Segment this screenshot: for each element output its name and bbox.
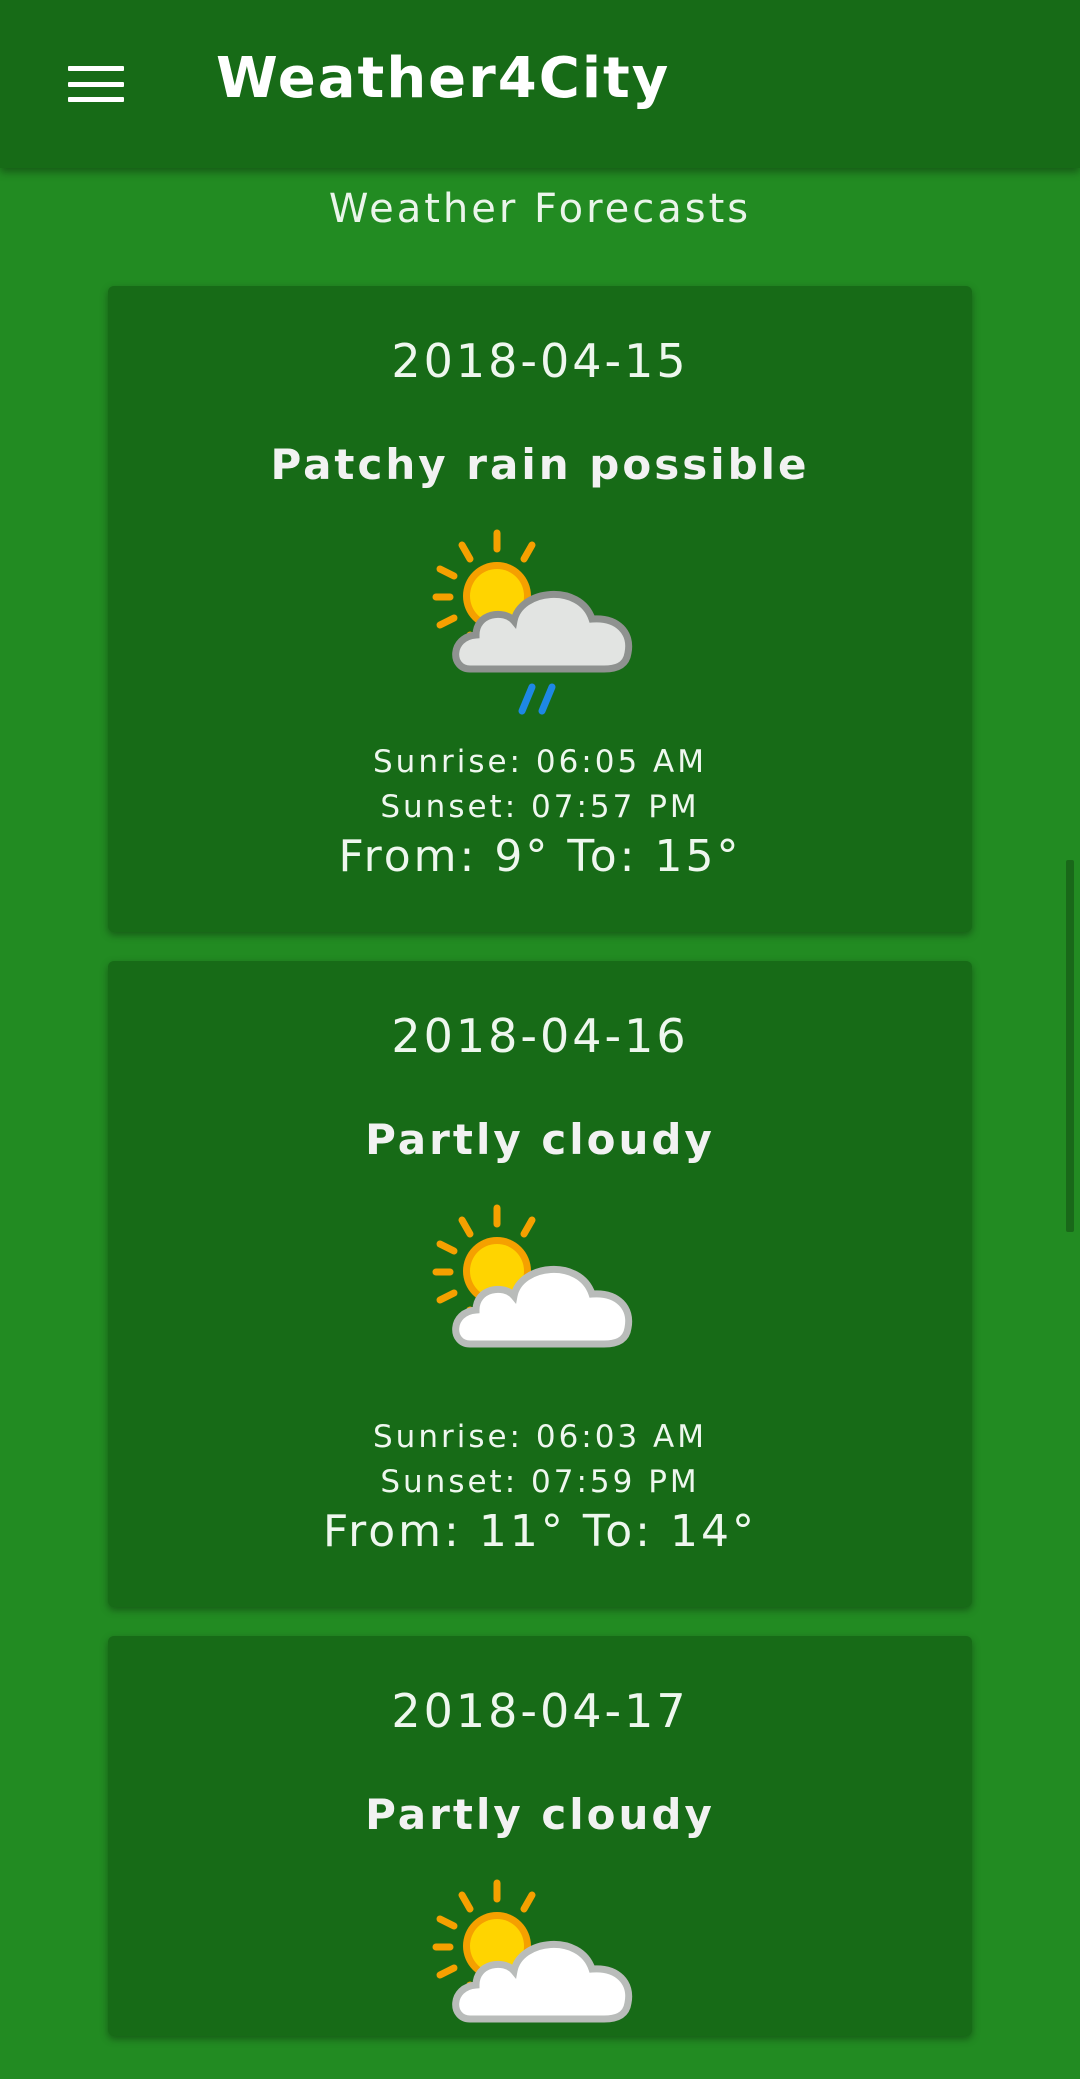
app-title: Weather4City [216, 46, 671, 111]
app-bar: Weather4City [0, 0, 1080, 168]
forecast-condition: Partly cloudy [365, 1115, 715, 1164]
forecast-date: 2018-04-15 [391, 334, 689, 388]
sunset-time: Sunset: 07:59 PM [380, 1464, 700, 1500]
forecast-card[interactable]: 2018-04-17 Partly cloudy [108, 1636, 972, 2036]
forecast-condition: Partly cloudy [365, 1790, 715, 1839]
sunrise-time: Sunrise: 06:05 AM [373, 744, 707, 780]
scrollbar-thumb[interactable] [1066, 860, 1074, 1232]
sunset-time: Sunset: 07:57 PM [380, 789, 700, 825]
sunrise-time: Sunrise: 06:03 AM [373, 1419, 707, 1455]
sun-cloud-icon [432, 1204, 648, 1404]
sun-cloud-rain-icon [432, 529, 648, 729]
forecast-date: 2018-04-16 [391, 1009, 689, 1063]
temperature-range: From: 11° To: 14° [323, 1506, 757, 1557]
forecast-condition: Patchy rain possible [270, 440, 810, 489]
menu-button[interactable] [44, 44, 148, 124]
section-title: Weather Forecasts [328, 186, 752, 232]
temperature-range: From: 9° To: 15° [338, 831, 742, 882]
forecast-card[interactable]: 2018-04-16 Partly cloudy Sunrise: 06:03 … [108, 961, 972, 1607]
forecast-date: 2018-04-17 [391, 1684, 689, 1738]
sun-cloud-icon [432, 1879, 648, 2079]
hamburger-menu-icon [68, 66, 124, 102]
forecast-card[interactable]: 2018-04-15 Patchy rain possible Sunrise:… [108, 286, 972, 932]
